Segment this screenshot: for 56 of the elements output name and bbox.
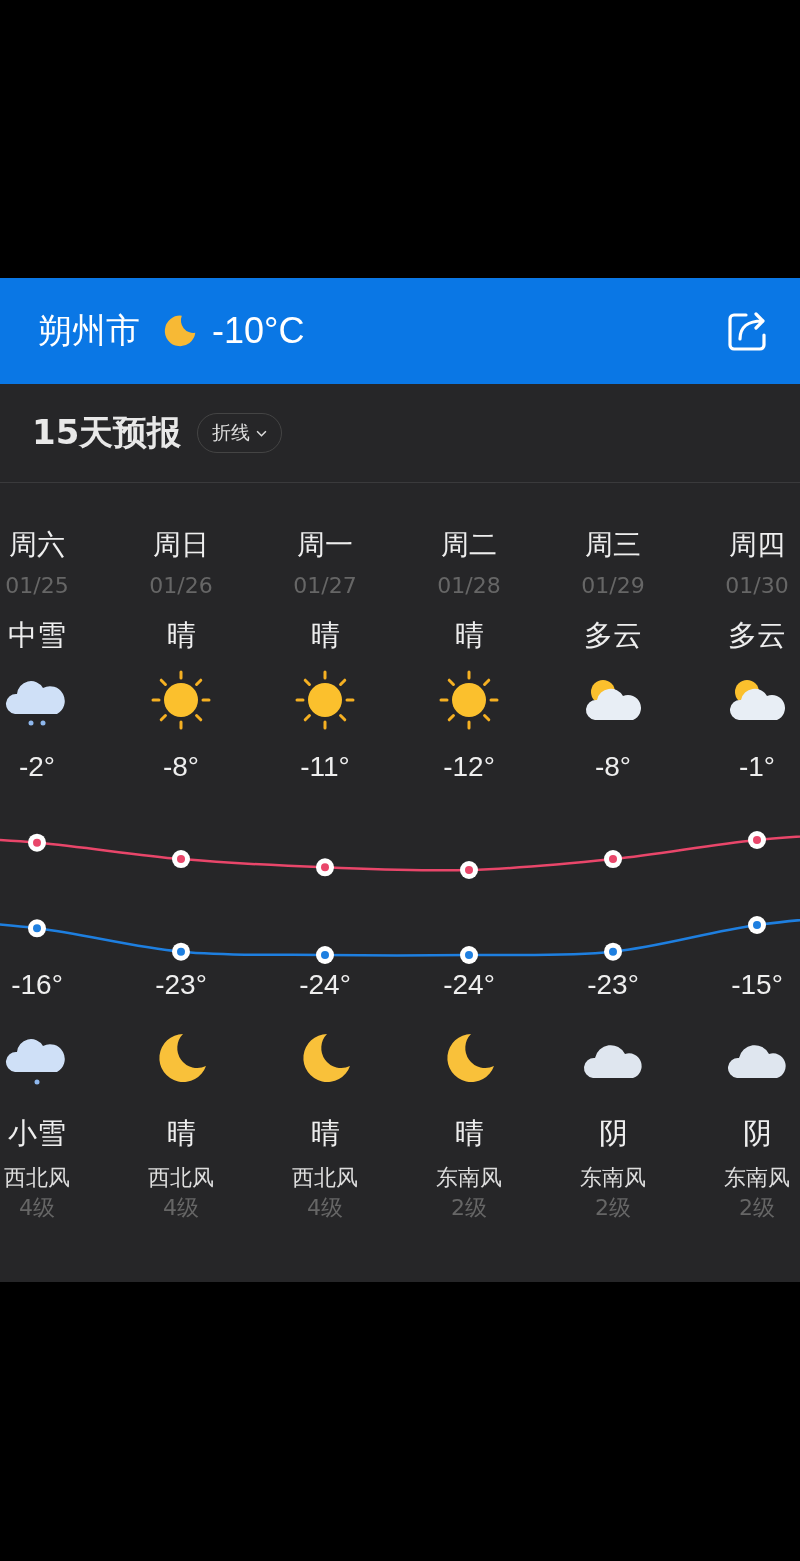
weekday-label: 周二 [441, 527, 497, 563]
high-temperature: -8° [162, 750, 200, 784]
high-temperature: -2° [18, 750, 56, 784]
high-temperature: -11° [300, 750, 350, 784]
wind-level: 4级 [163, 1194, 199, 1222]
date-label: 01/27 [293, 572, 357, 600]
day-condition: 中雪 [8, 617, 66, 654]
day-condition: 晴 [310, 617, 340, 654]
night-condition: 晴 [166, 1115, 196, 1152]
day-condition: 晴 [166, 617, 196, 654]
weekday-label: 周三 [585, 527, 641, 563]
wind-level: 2级 [595, 1194, 631, 1222]
wind-direction: 西北风 [148, 1164, 214, 1192]
high-temperature: -8° [594, 750, 632, 784]
weekday-label: 周日 [153, 527, 209, 563]
day-condition: 晴 [454, 617, 484, 654]
date-label: 01/28 [437, 572, 501, 600]
wind-direction: 西北风 [292, 1164, 358, 1192]
night-condition: 晴 [454, 1115, 484, 1152]
high-temperature: -12° [443, 750, 495, 784]
sun-icon [293, 668, 357, 732]
section-title: 15天预报 [32, 411, 182, 454]
low-temperature: -15° [731, 968, 783, 1002]
caret-icon [256, 429, 268, 437]
wind-level: 4级 [19, 1194, 55, 1222]
low-temperature: -24° [299, 968, 351, 1002]
low-temperature: -24° [443, 968, 495, 1002]
low-temperature: -16° [11, 968, 63, 1002]
wind-direction: 东南风 [436, 1164, 502, 1192]
wind-direction: 东南风 [724, 1164, 790, 1192]
night-condition: 阴 [598, 1115, 628, 1152]
weekday-label: 周一 [297, 527, 353, 563]
wind-direction: 西北风 [4, 1164, 70, 1192]
sun-icon [149, 668, 213, 732]
low-temperature: -23° [155, 968, 207, 1002]
night-condition: 小雪 [8, 1115, 66, 1152]
weekday-label: 周六 [9, 527, 65, 563]
date-label: 01/29 [581, 572, 645, 600]
high-temperature: -1° [738, 750, 776, 784]
date-label: 01/30 [725, 572, 789, 600]
current-temperature: -10°C [212, 310, 305, 352]
wind-level: 2级 [451, 1194, 487, 1222]
day-condition: 多云 [584, 617, 642, 654]
city-name: 朔州市 [38, 309, 140, 352]
night-condition: 晴 [310, 1115, 340, 1152]
moon-icon [162, 313, 198, 349]
low-temperature: -23° [587, 968, 639, 1002]
sun-icon [437, 668, 501, 732]
day-condition: 多云 [728, 617, 786, 654]
wind-direction: 东南风 [580, 1164, 646, 1192]
date-label: 01/25 [5, 572, 69, 600]
wind-level: 4级 [307, 1194, 343, 1222]
weekday-label: 周四 [729, 527, 785, 563]
date-label: 01/26 [149, 572, 213, 600]
night-condition: 阴 [742, 1115, 772, 1152]
wind-level: 2级 [739, 1194, 775, 1222]
